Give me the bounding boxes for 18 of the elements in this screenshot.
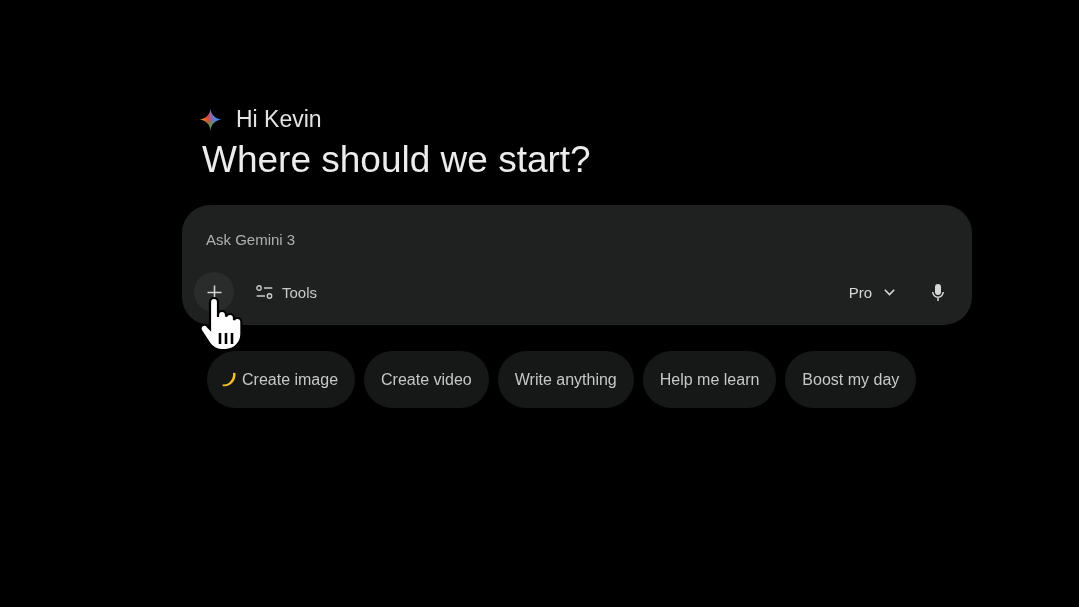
suggestion-chip[interactable]: Boost my day [785, 351, 917, 408]
suggestion-chip[interactable]: Help me learn [642, 351, 777, 408]
sliders-icon [256, 285, 273, 299]
hand-cursor-icon [198, 296, 246, 352]
suggestion-chip[interactable]: Create video [364, 351, 489, 408]
chevron-down-icon [884, 288, 895, 296]
plus-icon [206, 284, 222, 300]
banana-icon [222, 372, 236, 387]
microphone-icon [932, 283, 944, 301]
greeting-text: Hi Kevin [236, 105, 322, 133]
suggestion-chip[interactable]: Write anything [497, 351, 634, 408]
tools-button[interactable]: Tools [244, 272, 330, 312]
prompt-box[interactable]: Ask Gemini 3 Tools Pro [182, 205, 972, 325]
add-button[interactable] [194, 272, 234, 312]
heading: Where should we start? [202, 138, 591, 182]
suggestion-chip[interactable]: Create image [207, 351, 356, 408]
prompt-input[interactable]: Ask Gemini 3 [206, 223, 958, 255]
model-selector[interactable]: Pro [838, 272, 905, 312]
